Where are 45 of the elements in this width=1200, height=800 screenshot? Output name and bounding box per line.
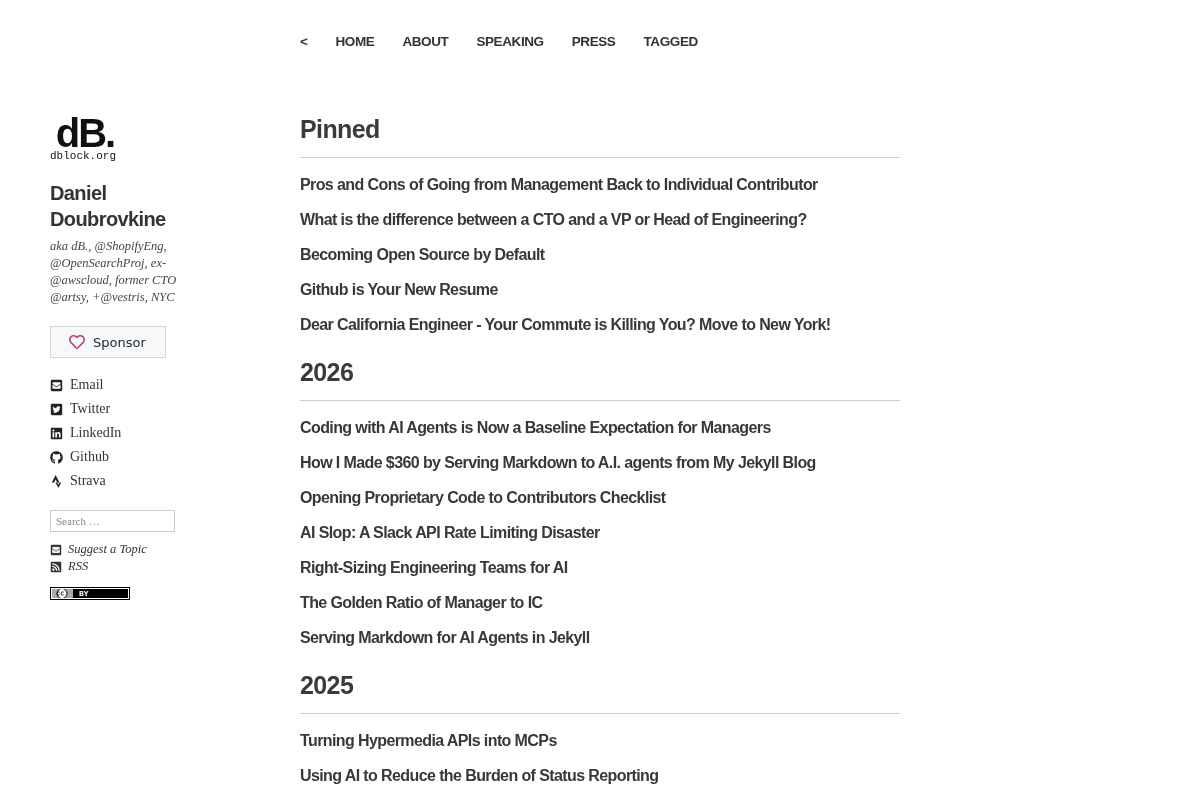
nav-link[interactable]: PRESS	[571, 32, 616, 52]
author-tagline: aka dB., @ShopifyEng, @OpenSearchProj, ex-@awscloud, former CTO @artsy, +@vestris, NYC	[50, 238, 178, 306]
post-link[interactable]: Using AI to Reduce the Burden of Status Reporting	[300, 766, 659, 785]
envelope-icon	[50, 378, 63, 392]
nav-link[interactable]: TAGGED	[643, 32, 698, 52]
post-link[interactable]: Coding with AI Agents is Now a Baseline Expectation for Managers	[300, 418, 771, 437]
post-link[interactable]: Serving Markdown for AI Agents in Jekyll	[300, 628, 590, 647]
site-logo[interactable]: dB. dblock.org	[50, 116, 116, 163]
nav-link[interactable]: HOME	[335, 32, 375, 52]
rss-icon	[50, 560, 62, 573]
post-link[interactable]: AI Slop: A Slack API Rate Limiting Disaster	[300, 523, 600, 542]
post-link[interactable]: Opening Proprietary Code to Contributors Checklist	[300, 488, 666, 507]
nav-link[interactable]: ABOUT	[402, 32, 449, 52]
post-link[interactable]: Github is Your New Resume	[300, 280, 498, 299]
post-link[interactable]: The Golden Ratio of Manager to IC	[300, 593, 543, 612]
section-heading: Pinned	[300, 113, 900, 158]
cc-icon	[51, 588, 73, 599]
envelope-icon	[50, 543, 62, 556]
social-link[interactable]: LinkedIn	[50, 423, 122, 443]
zigzag-icon	[50, 474, 63, 488]
search-field[interactable]: Search …	[50, 510, 175, 532]
sponsor-button[interactable]: Sponsor	[50, 326, 166, 358]
social-link[interactable]: Github	[50, 447, 122, 467]
post-link[interactable]: Turning Hypermedia APIs into MCPs	[300, 731, 557, 750]
post-link[interactable]: What is the difference between a CTO and a VP or Head of Engineering?	[300, 210, 807, 229]
post-link[interactable]: Becoming Open Source by Default	[300, 245, 545, 264]
social-link[interactable]: Email	[50, 375, 122, 395]
post-link[interactable]: Right-Sizing Engineering Teams for AI	[300, 558, 568, 577]
sidebar-link[interactable]: RSS	[50, 558, 147, 575]
post-link[interactable]: How I Made $360 by Serving Markdown to A.I. agents from My Jekyll Blog	[300, 453, 816, 472]
nav-link[interactable]: SPEAKING	[476, 32, 544, 52]
bird-icon	[50, 402, 63, 416]
social-link[interactable]: Strava	[50, 471, 122, 491]
social-link[interactable]: Twitter	[50, 399, 122, 419]
section-heading: 2026	[300, 356, 900, 401]
license-badge[interactable]: BY	[50, 587, 130, 600]
in-logo-icon	[50, 426, 63, 440]
author-name: Daniel Doubrovkine	[50, 181, 167, 232]
post-link[interactable]: Dear California Engineer - Your Commute is Killing You? Move to New York!	[300, 315, 831, 334]
heart-icon	[69, 334, 85, 350]
back-link[interactable]: <	[300, 32, 308, 52]
sidebar-link[interactable]: Suggest a Topic	[50, 541, 147, 558]
section-heading: 2025	[300, 669, 900, 714]
octocat-icon	[50, 450, 63, 464]
post-link[interactable]: Pros and Cons of Going from Management Back to Individual Contributor	[300, 175, 818, 194]
